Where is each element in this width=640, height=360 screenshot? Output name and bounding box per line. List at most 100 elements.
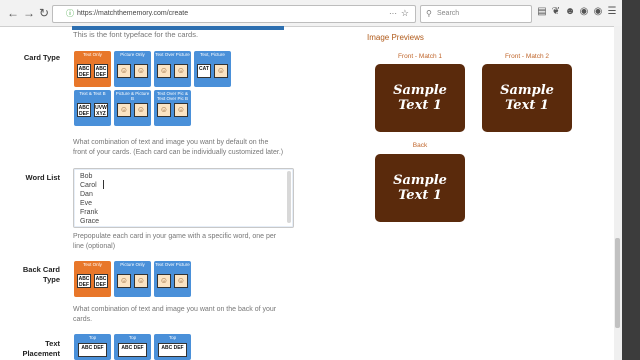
tile-card-pair: ABC DEF ABC DEF	[77, 64, 108, 78]
card-type-label: Card Type	[23, 53, 60, 62]
cat-picture-icon: ☺	[174, 274, 188, 288]
front-match-1-preview: Sample Text 1	[375, 64, 465, 132]
front-match-2-preview: Sample Text 1	[482, 64, 572, 132]
card-type-tile[interactable]: Picture Only ☺ ☺	[114, 51, 151, 87]
address-bar[interactable]: ⓘ https://matchthememory.com/create ··· …	[52, 5, 416, 23]
mini-card-text: ABC DEF	[78, 343, 107, 357]
cat-picture-icon: ☺	[134, 274, 148, 288]
textarea-scrollbar[interactable]	[287, 171, 291, 223]
forward-arrow-icon[interactable]: →	[22, 6, 36, 20]
tile-label: Text Over Picture	[155, 262, 190, 267]
cat-picture-icon: ☺	[157, 64, 171, 78]
tile-label: Picture Only	[120, 52, 145, 57]
tile-card-pair: ☺ ☺	[157, 103, 188, 117]
word-list-line: Frank	[80, 209, 98, 216]
font-description: This is the font typeface for the cards.	[73, 30, 199, 39]
mini-card-text: ABC DEF	[94, 64, 108, 78]
mini-card-text: ABC DEF	[77, 64, 91, 78]
tile-card-pair: ☺ ☺	[117, 274, 148, 288]
search-input[interactable]: ⚲ Search	[420, 5, 532, 23]
tile-label: Text & Text B	[79, 91, 106, 96]
browser-toolbar: ← → ↻ ⓘ https://matchthememory.com/creat…	[0, 0, 622, 27]
tile-card-pair: ☺ ☺	[157, 274, 188, 288]
tile-label: Top	[88, 335, 97, 340]
tile-card-pair: ☺ ☺	[157, 64, 188, 78]
tile-label: Text, Picture	[200, 52, 225, 57]
word-list-label: Word List	[25, 173, 60, 182]
sample-text-line2: Text 1	[398, 188, 442, 203]
tile-label: Text Only	[83, 262, 102, 267]
mini-card-text: CAT	[197, 64, 211, 78]
word-list-description-2: line (optional)	[73, 243, 116, 250]
tile-label: Picture Only	[120, 262, 145, 267]
word-list-textarea[interactable]: Bob Carol Dan Eve Frank Grace	[73, 168, 294, 228]
cat-picture-icon: ☺	[134, 103, 148, 117]
card-type-tile[interactable]: Text & Text B ABC DEF UVW XYZ	[74, 90, 111, 126]
menu-icon[interactable]: ☰	[606, 6, 618, 18]
search-placeholder: Search	[437, 10, 460, 17]
pocket-icon[interactable]: ◉	[592, 6, 604, 18]
cat-picture-icon: ☺	[134, 64, 148, 78]
cat-picture-icon: ☺	[117, 274, 131, 288]
lock-icon	[67, 9, 74, 17]
tile-label: Text Only	[83, 52, 102, 57]
cat-picture-icon: ☺	[174, 64, 188, 78]
card-type-tile[interactable]: Text Over Picture ☺ ☺	[154, 261, 191, 297]
reload-icon[interactable]: ↻	[37, 6, 51, 20]
back-arrow-icon[interactable]: ←	[6, 6, 20, 20]
text-placement-tile[interactable]: Top ABC DEF	[154, 334, 191, 360]
card-type-tile[interactable]: Text Over Picture ☺ ☺	[154, 51, 191, 87]
back-card-type-label-2: Type	[43, 275, 60, 284]
front-match-2-label: Front - Match 2	[504, 53, 550, 60]
back-preview: Sample Text 1	[375, 154, 465, 222]
back-preview-label: Back	[412, 142, 428, 149]
profile-icon[interactable]: ☻	[564, 6, 576, 18]
cat-picture-icon: ☺	[174, 103, 188, 117]
text-placement-tile[interactable]: Top ABC DEF	[74, 334, 111, 360]
mini-card-text: ABC DEF	[94, 274, 108, 288]
card-type-description-1: What combination of text and image you w…	[73, 139, 269, 146]
text-placement-label-1: Text	[45, 339, 60, 348]
back-card-type-label-1: Back Card	[22, 265, 60, 274]
browser-window: ← → ↻ ⓘ https://matchthememory.com/creat…	[0, 0, 622, 360]
word-list-description-1: Prepopulate each card in your game with …	[73, 233, 277, 240]
back-card-description-1: What combination of text and image you w…	[73, 306, 277, 313]
url-text[interactable]: https://matchthememory.com/create	[77, 9, 188, 19]
tile-label: Top	[128, 335, 137, 340]
sample-text-line2: Text 1	[398, 98, 442, 113]
sample-text-line1: Sample	[500, 83, 554, 98]
mini-card-text: ABC DEF	[77, 103, 91, 117]
page-actions-icon[interactable]: ···	[389, 8, 397, 19]
card-type-tile[interactable]: Text Only ABC DEF ABC DEF	[74, 261, 111, 297]
mini-card-text: UVW XYZ	[94, 103, 108, 117]
card-type-tile[interactable]: Picture & Picture B ☺ ☺	[114, 90, 151, 126]
page-scrollbar-thumb[interactable]	[615, 238, 620, 328]
tile-label: Text Over Pic & Text Over Pic B	[156, 91, 188, 101]
word-list-line: Bob	[80, 173, 93, 180]
cat-picture-icon: ☺	[214, 64, 228, 78]
card-type-tile[interactable]: Text Over Pic & Text Over Pic B ☺ ☺	[154, 90, 191, 126]
extension-icon[interactable]: ❦	[550, 6, 562, 18]
word-list-line: Dan	[80, 191, 93, 198]
tile-card-pair: ABC DEF UVW XYZ	[77, 103, 108, 117]
card-type-tile[interactable]: Picture Only ☺ ☺	[114, 261, 151, 297]
card-type-tile[interactable]: Text, Picture CAT ☺	[194, 51, 231, 87]
sample-text-line1: Sample	[393, 83, 447, 98]
text-placement-tile[interactable]: Top ABC DEF	[114, 334, 151, 360]
tile-card-pair: ☺ ☺	[117, 64, 148, 78]
sample-text-line1: Sample	[393, 173, 447, 188]
card-type-tile[interactable]: Text Only ABC DEF ABC DEF	[74, 51, 111, 87]
search-icon: ⚲	[426, 9, 432, 18]
sample-text-line2: Text 1	[505, 98, 549, 113]
image-previews-title: Image Previews	[367, 33, 424, 42]
text-cursor-icon	[103, 180, 104, 189]
bookmark-star-icon[interactable]: ☆	[401, 8, 409, 19]
addon-icon[interactable]: ◉	[578, 6, 590, 18]
mini-card-text: ABC DEF	[118, 343, 147, 357]
tile-label: Text Over Picture	[155, 52, 190, 57]
cat-picture-icon: ☺	[117, 64, 131, 78]
tile-card-pair: CAT ☺	[197, 64, 228, 78]
bookmarks-icon[interactable]: ▤	[536, 6, 548, 18]
word-list-line: Eve	[80, 200, 93, 207]
tile-card-pair: ABC DEF ABC DEF	[77, 274, 108, 288]
